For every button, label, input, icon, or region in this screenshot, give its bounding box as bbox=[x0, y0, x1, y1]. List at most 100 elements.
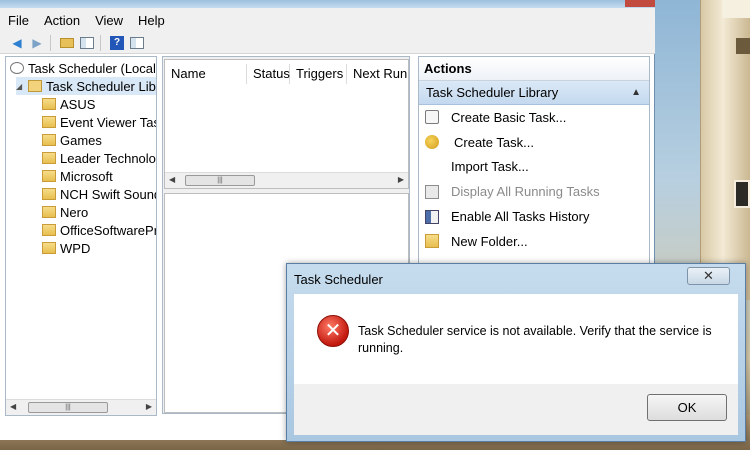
tree-item-label: OfficeSoftwareProtectionPlatform bbox=[60, 222, 157, 238]
toolbar-separator bbox=[50, 34, 54, 51]
menu-file[interactable]: File bbox=[8, 13, 29, 28]
tree-item-label: NCH Swift Sound bbox=[60, 186, 157, 202]
show-hide-console-tree-button[interactable] bbox=[78, 34, 96, 52]
action-label: Create Basic Task... bbox=[451, 109, 567, 125]
scroll-left-arrow-icon[interactable]: ◀ bbox=[10, 402, 16, 411]
scroll-thumb[interactable]: ||| bbox=[28, 402, 108, 413]
toolbar: ◀ ▶ ? bbox=[0, 32, 655, 54]
tree-folder-nero[interactable]: Nero bbox=[42, 203, 88, 221]
show-hide-action-pane-button[interactable] bbox=[128, 34, 146, 52]
menu-bar: File Action View Help bbox=[0, 8, 655, 32]
dialog-footer: OK bbox=[294, 384, 738, 435]
ok-button[interactable]: OK bbox=[647, 394, 727, 421]
column-header-status[interactable]: Status bbox=[247, 64, 290, 84]
library-folder-icon bbox=[28, 80, 42, 92]
folder-icon bbox=[42, 134, 56, 146]
action-label: Import Task... bbox=[451, 159, 529, 175]
folder-icon bbox=[42, 242, 56, 254]
wallpaper-lighthouse-cap bbox=[722, 0, 750, 18]
scroll-right-arrow-icon[interactable]: ▶ bbox=[398, 175, 404, 184]
blank-icon bbox=[425, 160, 439, 174]
window-close-button[interactable] bbox=[625, 0, 655, 7]
task-list-header: Name Status Triggers Next Run Time bbox=[165, 64, 408, 84]
task-list-horizontal-scrollbar[interactable]: ◀ ||| ▶ bbox=[165, 172, 408, 188]
folder-icon bbox=[42, 170, 56, 182]
dialog-body: ✕ Task Scheduler service is not availabl… bbox=[294, 294, 738, 384]
tree-item-label: Task Scheduler (Local) bbox=[28, 60, 157, 76]
dialog-title: Task Scheduler bbox=[294, 272, 383, 287]
error-icon: ✕ bbox=[317, 315, 349, 347]
forward-arrow-icon[interactable]: ▶ bbox=[28, 34, 46, 52]
collapse-up-triangle-icon[interactable]: ▲ bbox=[631, 81, 641, 105]
tasks-history-icon bbox=[425, 209, 439, 224]
folder-icon bbox=[42, 152, 56, 164]
folder-icon bbox=[42, 188, 56, 200]
action-import-task[interactable]: Import Task... bbox=[419, 155, 649, 180]
help-icon: ? bbox=[110, 35, 124, 50]
tree-item-label: Games bbox=[60, 132, 102, 148]
tree-folder-microsoft[interactable]: Microsoft bbox=[42, 167, 113, 185]
tree-item-root[interactable]: Task Scheduler (Local) bbox=[10, 59, 157, 77]
action-new-folder[interactable]: New Folder... bbox=[419, 229, 649, 254]
folder-icon bbox=[42, 98, 56, 110]
dialog-message: Task Scheduler service is not available.… bbox=[358, 324, 712, 355]
tree-item-label: Leader Technologies bbox=[60, 150, 156, 166]
menu-view[interactable]: View bbox=[95, 13, 123, 28]
folder-icon bbox=[42, 206, 56, 218]
column-header-name[interactable]: Name bbox=[165, 64, 247, 84]
column-header-next-run-time[interactable]: Next Run Time bbox=[347, 64, 408, 84]
tree-folder-nch-swift-sound[interactable]: NCH Swift Sound bbox=[42, 185, 157, 203]
show-hide-console-tree-icon bbox=[80, 36, 94, 49]
tree-item-label: WPD bbox=[60, 240, 91, 256]
actions-section-header[interactable]: Task Scheduler Library ▲ bbox=[419, 81, 649, 105]
tree-item-label: Nero bbox=[60, 204, 89, 220]
folder-icon bbox=[42, 116, 56, 128]
tree-item-library[interactable]: ◢ Task Scheduler Library bbox=[16, 77, 156, 95]
window-title-bar[interactable] bbox=[0, 0, 655, 8]
tree-folder-wpd[interactable]: WPD bbox=[42, 239, 90, 257]
actions-title: Actions bbox=[419, 57, 649, 81]
tree-folder-games[interactable]: Games bbox=[42, 131, 102, 149]
dialog-close-button[interactable]: ✕ bbox=[687, 267, 730, 285]
create-basic-task-icon bbox=[425, 110, 439, 125]
tree-item-label: ASUS bbox=[60, 96, 96, 112]
toolbar-separator bbox=[100, 34, 104, 51]
tree-folder-leader-technologies[interactable]: Leader Technologies bbox=[42, 149, 156, 167]
folder-icon bbox=[42, 224, 56, 236]
wallpaper-lighthouse-window-top bbox=[736, 38, 750, 54]
actions-section-label: Task Scheduler Library bbox=[426, 85, 559, 100]
action-create-basic-task[interactable]: Create Basic Task... bbox=[419, 105, 649, 130]
action-enable-tasks-history[interactable]: Enable All Tasks History bbox=[419, 204, 649, 229]
tree-folder-event-viewer-tasks[interactable]: Event Viewer Tasks bbox=[42, 113, 156, 131]
tree-item-label: Task Scheduler Library bbox=[46, 78, 156, 94]
task-list[interactable]: Name Status Triggers Next Run Time ◀ |||… bbox=[164, 59, 409, 189]
action-display-running-tasks[interactable]: Display All Running Tasks bbox=[419, 179, 649, 204]
new-folder-icon bbox=[425, 234, 439, 249]
menu-action[interactable]: Action bbox=[44, 13, 80, 28]
scroll-left-arrow-icon[interactable]: ◀ bbox=[169, 175, 175, 184]
wallpaper-lighthouse-window bbox=[734, 180, 750, 208]
back-arrow-icon[interactable]: ◀ bbox=[8, 34, 26, 52]
create-task-icon bbox=[425, 135, 439, 150]
action-label: Display All Running Tasks bbox=[451, 184, 600, 200]
error-dialog: Task Scheduler ✕ ✕ Task Scheduler servic… bbox=[286, 263, 746, 442]
action-create-task[interactable]: Create Task... bbox=[419, 130, 649, 155]
scroll-right-arrow-icon[interactable]: ▶ bbox=[146, 402, 152, 411]
menu-help[interactable]: Help bbox=[138, 13, 165, 28]
tree-horizontal-scrollbar[interactable]: ◀ ||| ▶ bbox=[6, 399, 156, 415]
column-header-triggers[interactable]: Triggers bbox=[290, 64, 347, 84]
scroll-thumb[interactable]: ||| bbox=[185, 175, 255, 186]
tree-folder-asus[interactable]: ASUS bbox=[42, 95, 95, 113]
console-tree: Task Scheduler (Local) ◢ Task Scheduler … bbox=[5, 56, 157, 416]
running-tasks-icon bbox=[425, 184, 439, 199]
up-folder-button[interactable] bbox=[58, 34, 76, 52]
action-label: Enable All Tasks History bbox=[451, 209, 590, 225]
tree-item-label: Microsoft bbox=[60, 168, 113, 184]
help-button[interactable]: ? bbox=[108, 34, 126, 52]
action-label: Create Task... bbox=[454, 134, 534, 150]
tree-folder-office-software-protection[interactable]: OfficeSoftwareProtectionPlatform bbox=[42, 221, 157, 239]
tree-item-label: Event Viewer Tasks bbox=[60, 114, 156, 130]
collapse-triangle-icon[interactable]: ◢ bbox=[16, 82, 26, 91]
task-scheduler-clock-icon bbox=[10, 62, 24, 74]
show-hide-action-pane-icon bbox=[130, 36, 144, 49]
